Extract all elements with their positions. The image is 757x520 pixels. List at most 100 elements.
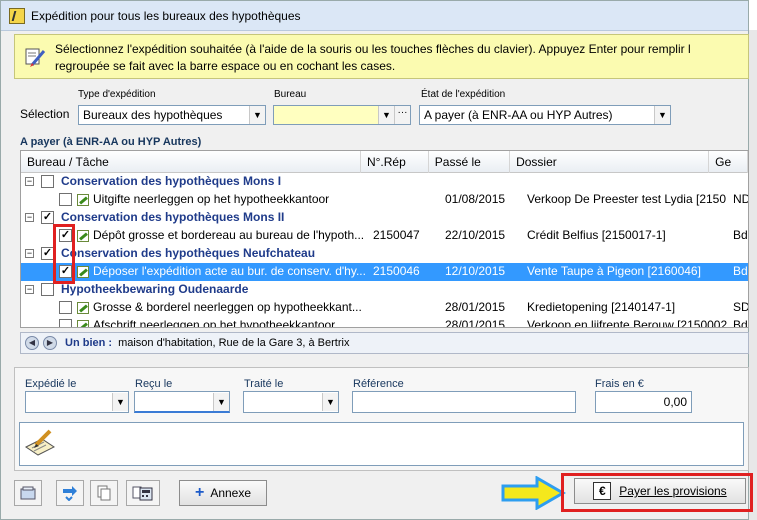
expedition-grid: Bureau / Tâche N°.Rép Passé le Dossier G… <box>20 150 749 328</box>
calculator-icon[interactable] <box>126 480 160 506</box>
task-icon <box>77 194 89 206</box>
date-cell: 28/01/2015 <box>445 300 506 314</box>
column-header-ge[interactable]: Ge <box>709 151 748 173</box>
notepad-pen-icon[interactable] <box>24 429 56 462</box>
task-icon <box>77 266 89 278</box>
detail-panel: Expédié le Reçu le Traité le Référence F… <box>14 367 749 471</box>
task-label: Grosse & borderel neerleggen op hypothee… <box>93 300 362 314</box>
collapse-icon[interactable]: − <box>25 285 34 294</box>
task-checkbox[interactable] <box>59 319 72 327</box>
group-row[interactable]: − Conservation des hypothèques Mons I <box>21 173 748 191</box>
column-header-rep[interactable]: N°.Rép <box>361 151 429 173</box>
dossier-cell: Crédit Belfius [2150017-1] <box>527 228 666 242</box>
group-header: A payer (à ENR-AA ou HYP Autres) <box>20 136 202 148</box>
group-checkbox[interactable] <box>41 283 54 296</box>
collapse-icon[interactable]: − <box>25 177 34 186</box>
traite-date-field[interactable]: ▼ <box>243 391 339 413</box>
task-label: Uitgifte neerleggen op het hypotheekkant… <box>93 192 330 206</box>
group-label: Conservation des hypothèques Neufchateau <box>61 246 316 260</box>
expedie-date-field[interactable]: ▼ <box>25 391 129 413</box>
recu-date-field[interactable]: ▼ <box>134 391 230 413</box>
properties-icon[interactable] <box>14 480 42 506</box>
group-checkbox[interactable]: ✓ <box>41 211 54 224</box>
dossier-cell: Vente Taupe à Pigeon [2160046] <box>527 264 701 278</box>
table-row[interactable]: Uitgifte neerleggen op het hypotheekkant… <box>21 191 748 209</box>
group-label: Hypotheekbewaring Oudenaarde <box>61 282 249 296</box>
annexe-label: Annexe <box>210 486 252 500</box>
task-checkbox[interactable] <box>59 193 72 206</box>
column-header-dossier[interactable]: Dossier <box>510 151 710 173</box>
group-row[interactable]: − ✓ Conservation des hypothèques Mons II <box>21 209 748 227</box>
previous-icon[interactable]: ◀ <box>25 336 39 350</box>
task-icon <box>77 302 89 314</box>
chevron-down-icon[interactable]: ▼ <box>322 393 338 411</box>
task-checkbox[interactable] <box>59 301 72 314</box>
traite-label: Traité le <box>244 378 284 390</box>
table-row[interactable]: Grosse & borderel neerleggen op hypothee… <box>21 299 748 317</box>
type-value: Bureaux des hypothèques <box>83 108 223 122</box>
copy-icon[interactable] <box>90 480 118 506</box>
etat-select[interactable]: A payer (à ENR-AA ou HYP Autres) ▼ <box>419 105 671 125</box>
ge-cell: Bdl <box>733 318 749 328</box>
frais-label: Frais en € <box>595 378 644 390</box>
ge-cell: SD <box>733 300 749 314</box>
group-row[interactable]: − Hypotheekbewaring Oudenaarde <box>21 281 748 299</box>
column-header-date[interactable]: Passé le <box>429 151 511 173</box>
grid-header: Bureau / Tâche N°.Rép Passé le Dossier G… <box>21 151 748 173</box>
selection-label: Sélection <box>20 107 70 121</box>
app-icon <box>9 7 25 24</box>
chevron-down-icon[interactable]: ▼ <box>378 106 394 124</box>
task-label: Afschrift neerleggen op het hypotheekkan… <box>93 318 336 328</box>
chevron-down-icon[interactable]: ▼ <box>112 393 128 411</box>
ge-cell: ND <box>733 192 749 206</box>
type-select[interactable]: Bureaux des hypothèques ▼ <box>78 105 266 125</box>
task-label: Dépôt grosse et bordereau au bureau de l… <box>93 228 365 242</box>
dossier-cell: Verkoop De Preester test Lydia [2150 <box>527 192 727 206</box>
transfer-icon[interactable] <box>56 480 84 506</box>
bien-value: maison d'habitation, Rue de la Gare 3, à… <box>118 337 350 349</box>
next-icon[interactable]: ▶ <box>43 336 57 350</box>
table-row-selected[interactable]: ✓ Déposer l'expédition acte au bur. de c… <box>21 263 748 281</box>
date-cell: 12/10/2015 <box>445 264 506 278</box>
chevron-down-icon[interactable]: ▼ <box>249 106 265 124</box>
date-cell: 01/08/2015 <box>445 192 506 206</box>
rep-cell: 2150047 <box>373 228 420 242</box>
rep-cell: 2150046 <box>373 264 420 278</box>
bien-bar: ◀ ▶ Un bien : maison d'habitation, Rue d… <box>20 332 749 354</box>
frais-field[interactable]: 0,00 <box>595 391 692 413</box>
task-icon <box>77 320 89 327</box>
expedie-label: Expédié le <box>25 378 77 390</box>
column-header-bureau[interactable]: Bureau / Tâche <box>21 151 361 173</box>
ge-cell: Bdl <box>733 228 749 242</box>
reference-label: Référence <box>353 378 404 390</box>
filter-bar: Type d'expédition Bureau État de l'expéd… <box>14 86 749 132</box>
table-row[interactable]: ✓ Dépôt grosse et bordereau au bureau de… <box>21 227 748 245</box>
etat-label: État de l'expédition <box>421 89 506 100</box>
chevron-down-icon[interactable]: ▼ <box>654 106 670 124</box>
pointer-arrow-annotation <box>501 476 567 510</box>
window-edge <box>749 30 757 520</box>
task-icon <box>77 230 89 242</box>
info-line-1: Sélectionnez l'expédition souhaitée (à l… <box>55 42 691 56</box>
highlight-checkbox-annotation <box>53 224 75 284</box>
bureau-select[interactable]: ▼ ··· <box>273 105 411 125</box>
bureau-label: Bureau <box>274 89 307 100</box>
reference-field[interactable] <box>352 391 576 413</box>
task-label: Déposer l'expédition acte au bur. de con… <box>93 264 366 278</box>
group-row[interactable]: − ✓ Conservation des hypothèques Neufcha… <box>21 245 748 263</box>
chevron-down-icon[interactable]: ▼ <box>213 392 229 411</box>
recu-label: Reçu le <box>135 378 173 390</box>
info-line-2: regroupée se fait avec la barre espace o… <box>55 59 396 73</box>
notes-area[interactable] <box>19 422 744 466</box>
highlight-pay-annotation <box>561 473 753 512</box>
dossier-cell: Verkoop en lijfrente Berouw [2150002 <box>527 318 728 328</box>
group-checkbox[interactable] <box>41 175 54 188</box>
group-label: Conservation des hypothèques Mons II <box>61 210 285 224</box>
collapse-icon[interactable]: − <box>25 249 34 258</box>
annexe-button[interactable]: + Annexe <box>179 480 267 506</box>
table-row[interactable]: Afschrift neerleggen op het hypotheekkan… <box>21 317 749 328</box>
etat-value: A payer (à ENR-AA ou HYP Autres) <box>424 108 613 122</box>
collapse-icon[interactable]: − <box>25 213 34 222</box>
ellipsis-button[interactable]: ··· <box>394 106 410 124</box>
date-cell: 28/01/2015 <box>445 318 506 328</box>
